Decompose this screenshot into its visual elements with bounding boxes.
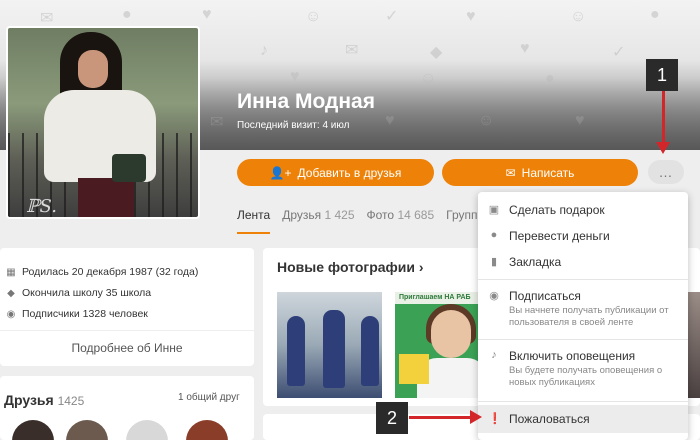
annotation-arrow-head — [470, 410, 482, 424]
bookmark-icon: ▮ — [490, 256, 498, 268]
pattern-icon: ♥ — [466, 8, 476, 25]
graduation-icon: ◆ — [7, 287, 15, 299]
calendar-icon: ▦ — [6, 266, 16, 278]
annotation-arrow-head — [656, 142, 670, 154]
pattern-icon: ♪ — [260, 42, 268, 59]
last-visit: Последний визит: 4 июл — [237, 120, 350, 131]
pattern-icon: ◆ — [430, 44, 443, 61]
friends-title[interactable]: Друзья 1425 — [4, 392, 84, 408]
avatar-legs — [78, 178, 134, 217]
school-row: ◆ Окончила школу 35 школа — [5, 287, 151, 299]
pattern-icon: ● — [650, 6, 660, 23]
new-photos-title[interactable]: Новые фотографии › — [277, 259, 424, 275]
pattern-icon: ● — [122, 6, 132, 23]
menu-item-report[interactable]: ❗ Пожаловаться — [478, 405, 688, 433]
pattern-icon: ✉ — [345, 42, 359, 59]
profile-name: Инна Модная — [237, 90, 375, 113]
photo-thumbnail[interactable] — [277, 292, 382, 398]
menu-item-gift[interactable]: ▣ Сделать подарок — [478, 198, 688, 222]
photo-figure — [287, 316, 305, 386]
avatar-face — [78, 50, 108, 88]
profile-tabs: Лента Друзья 1 425 Фото 14 685 Группы 6 — [237, 200, 496, 234]
avatar-watermark: ℙS. — [26, 196, 57, 217]
photo-figure — [361, 316, 379, 386]
annotation-arrow-down — [662, 91, 665, 143]
more-dots-icon: … — [658, 164, 674, 180]
warning-icon: ❗ — [488, 413, 502, 425]
subscribers-row[interactable]: ◉ Подписчики 1328 человек — [5, 308, 148, 320]
tab-feed[interactable]: Лента — [237, 200, 271, 234]
annotation-arrow-right — [409, 416, 471, 419]
menu-item-subscribe[interactable]: ◉ Подписаться Вы начнете получать публик… — [478, 283, 688, 335]
photo-figure — [323, 310, 345, 388]
tab-photos[interactable]: Фото 14 685 — [367, 200, 435, 234]
photo-thumbnail[interactable] — [686, 292, 700, 398]
menu-item-bookmark[interactable]: ▮ Закладка — [478, 250, 688, 274]
birthday-row: ▦ Родилась 20 декабря 1987 (32 года) — [6, 266, 199, 278]
write-label: Написать — [521, 165, 575, 180]
pattern-icon: ✓ — [612, 44, 626, 61]
photo-sign — [399, 354, 429, 384]
mutual-friends-link[interactable]: 1 общий друг — [178, 392, 240, 403]
rss-icon: ◉ — [6, 308, 16, 320]
add-friend-button[interactable]: 👤+ Добавить в друзья — [237, 159, 434, 186]
pattern-icon: ☺ — [570, 8, 587, 25]
more-about-link[interactable]: Подробнее об Инне — [0, 330, 254, 364]
rss-icon: ◉ — [489, 290, 499, 302]
bell-icon: ♪ — [491, 349, 497, 361]
menu-item-notify[interactable]: ♪ Включить оповещения Вы будете получать… — [478, 343, 688, 395]
menu-divider — [478, 279, 688, 280]
profile-avatar[interactable]: ℙS. — [6, 26, 200, 219]
menu-divider — [478, 401, 688, 402]
annotation-marker-2: 2 — [376, 402, 408, 434]
gift-icon: ▣ — [488, 204, 500, 216]
annotation-marker-1: 1 — [646, 59, 678, 91]
avatar-bag — [112, 154, 146, 182]
write-message-button[interactable]: ✉ Написать — [442, 159, 638, 186]
chevron-right-icon: › — [418, 259, 424, 275]
menu-divider — [478, 339, 688, 340]
more-actions-menu: ▣ Сделать подарок ● Перевести деньги ▮ З… — [478, 192, 688, 440]
pattern-icon: ♥ — [202, 6, 212, 23]
message-icon: ✉ — [505, 165, 516, 180]
add-friend-label: Добавить в друзья — [297, 165, 402, 180]
pattern-icon: ☺ — [305, 8, 322, 25]
pattern-icon: ♥ — [520, 40, 530, 57]
pattern-icon: ✉ — [40, 10, 54, 27]
photo-face — [431, 310, 471, 358]
pattern-icon: ✓ — [385, 8, 399, 25]
tab-friends[interactable]: Друзья 1 425 — [282, 200, 354, 234]
menu-item-transfer[interactable]: ● Перевести деньги — [478, 224, 688, 248]
more-actions-button[interactable]: … — [648, 160, 684, 184]
add-user-icon: 👤+ — [269, 165, 292, 180]
money-icon: ● — [490, 229, 498, 241]
